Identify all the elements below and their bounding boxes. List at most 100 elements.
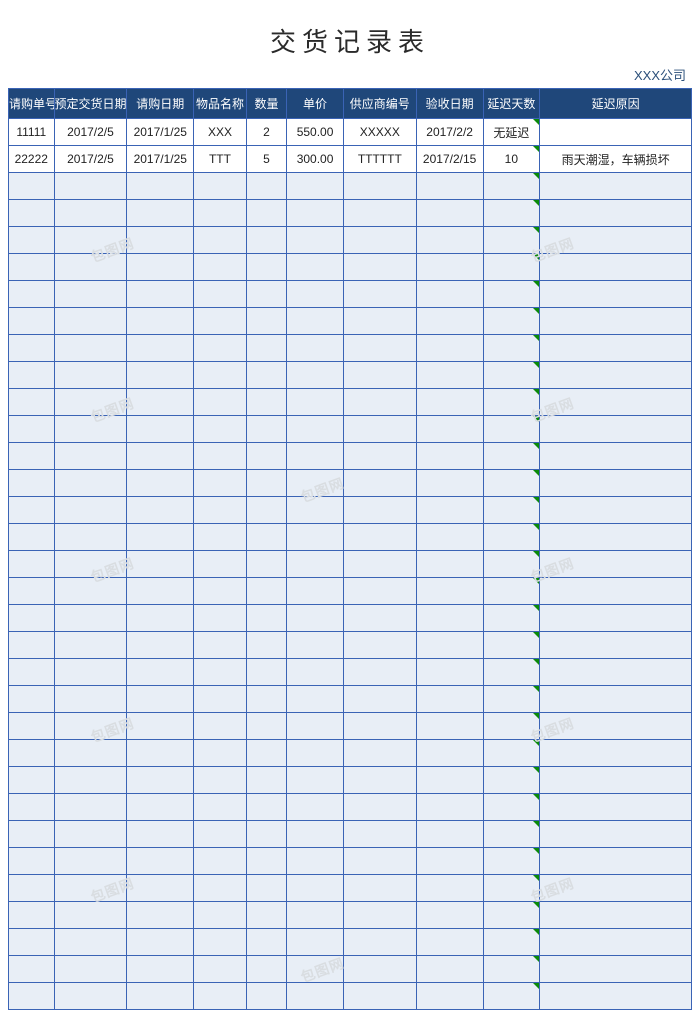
cell[interactable] <box>287 362 344 389</box>
cell[interactable] <box>246 389 286 416</box>
cell[interactable] <box>287 389 344 416</box>
cell[interactable] <box>9 767 55 794</box>
cell[interactable] <box>194 821 247 848</box>
cell[interactable] <box>127 200 194 227</box>
cell[interactable] <box>194 308 247 335</box>
cell[interactable]: 5 <box>246 146 286 173</box>
cell[interactable] <box>54 335 127 362</box>
cell[interactable] <box>343 686 416 713</box>
cell[interactable] <box>246 659 286 686</box>
cell[interactable] <box>540 119 692 146</box>
cell[interactable] <box>127 848 194 875</box>
cell[interactable] <box>483 254 540 281</box>
cell[interactable] <box>9 983 55 1010</box>
cell[interactable] <box>54 686 127 713</box>
cell[interactable] <box>127 659 194 686</box>
cell[interactable]: XXXXX <box>343 119 416 146</box>
cell[interactable] <box>246 578 286 605</box>
cell[interactable] <box>54 875 127 902</box>
cell[interactable] <box>246 227 286 254</box>
cell[interactable] <box>287 200 344 227</box>
cell[interactable] <box>194 578 247 605</box>
cell[interactable] <box>416 632 483 659</box>
cell[interactable] <box>246 362 286 389</box>
cell[interactable] <box>246 335 286 362</box>
cell[interactable] <box>287 632 344 659</box>
cell[interactable] <box>127 254 194 281</box>
cell[interactable] <box>287 956 344 983</box>
cell[interactable] <box>194 713 247 740</box>
cell[interactable] <box>343 362 416 389</box>
cell[interactable] <box>246 605 286 632</box>
cell[interactable] <box>343 902 416 929</box>
cell[interactable] <box>540 416 692 443</box>
cell[interactable]: 2017/2/2 <box>416 119 483 146</box>
cell[interactable] <box>343 443 416 470</box>
cell[interactable] <box>194 200 247 227</box>
cell[interactable] <box>246 713 286 740</box>
cell[interactable] <box>246 902 286 929</box>
cell[interactable] <box>343 497 416 524</box>
cell[interactable] <box>194 605 247 632</box>
cell[interactable]: XXX <box>194 119 247 146</box>
cell[interactable] <box>127 443 194 470</box>
cell[interactable] <box>540 686 692 713</box>
cell[interactable] <box>9 902 55 929</box>
cell[interactable] <box>194 416 247 443</box>
cell[interactable] <box>246 956 286 983</box>
cell[interactable] <box>483 821 540 848</box>
cell[interactable] <box>287 551 344 578</box>
cell[interactable] <box>540 659 692 686</box>
cell[interactable] <box>343 956 416 983</box>
cell[interactable] <box>416 983 483 1010</box>
cell[interactable] <box>343 227 416 254</box>
cell[interactable] <box>343 470 416 497</box>
cell[interactable] <box>54 848 127 875</box>
cell[interactable] <box>343 605 416 632</box>
cell[interactable] <box>54 902 127 929</box>
cell[interactable] <box>194 470 247 497</box>
cell[interactable] <box>54 308 127 335</box>
cell[interactable] <box>9 443 55 470</box>
cell[interactable] <box>54 956 127 983</box>
cell[interactable] <box>540 551 692 578</box>
cell[interactable] <box>9 362 55 389</box>
cell[interactable] <box>287 173 344 200</box>
cell[interactable]: 2017/2/5 <box>54 119 127 146</box>
cell[interactable] <box>127 497 194 524</box>
cell[interactable] <box>540 308 692 335</box>
cell[interactable] <box>483 713 540 740</box>
cell[interactable] <box>127 632 194 659</box>
cell[interactable] <box>246 524 286 551</box>
cell[interactable] <box>194 524 247 551</box>
cell[interactable] <box>127 227 194 254</box>
cell[interactable] <box>483 524 540 551</box>
cell[interactable] <box>54 983 127 1010</box>
cell[interactable] <box>9 227 55 254</box>
cell[interactable] <box>246 443 286 470</box>
cell[interactable] <box>416 794 483 821</box>
cell[interactable] <box>416 740 483 767</box>
cell[interactable] <box>416 956 483 983</box>
cell[interactable] <box>287 983 344 1010</box>
cell[interactable] <box>194 551 247 578</box>
cell[interactable] <box>483 497 540 524</box>
cell[interactable] <box>246 983 286 1010</box>
cell[interactable] <box>194 335 247 362</box>
cell[interactable] <box>540 470 692 497</box>
cell[interactable] <box>416 929 483 956</box>
cell[interactable] <box>54 632 127 659</box>
cell[interactable] <box>287 308 344 335</box>
cell[interactable] <box>127 335 194 362</box>
cell[interactable] <box>343 254 416 281</box>
cell[interactable] <box>287 929 344 956</box>
cell[interactable] <box>194 362 247 389</box>
cell[interactable] <box>54 605 127 632</box>
cell[interactable] <box>540 848 692 875</box>
cell[interactable] <box>540 524 692 551</box>
cell[interactable] <box>246 497 286 524</box>
cell[interactable] <box>483 227 540 254</box>
cell[interactable] <box>9 200 55 227</box>
cell[interactable] <box>127 281 194 308</box>
cell[interactable] <box>416 551 483 578</box>
